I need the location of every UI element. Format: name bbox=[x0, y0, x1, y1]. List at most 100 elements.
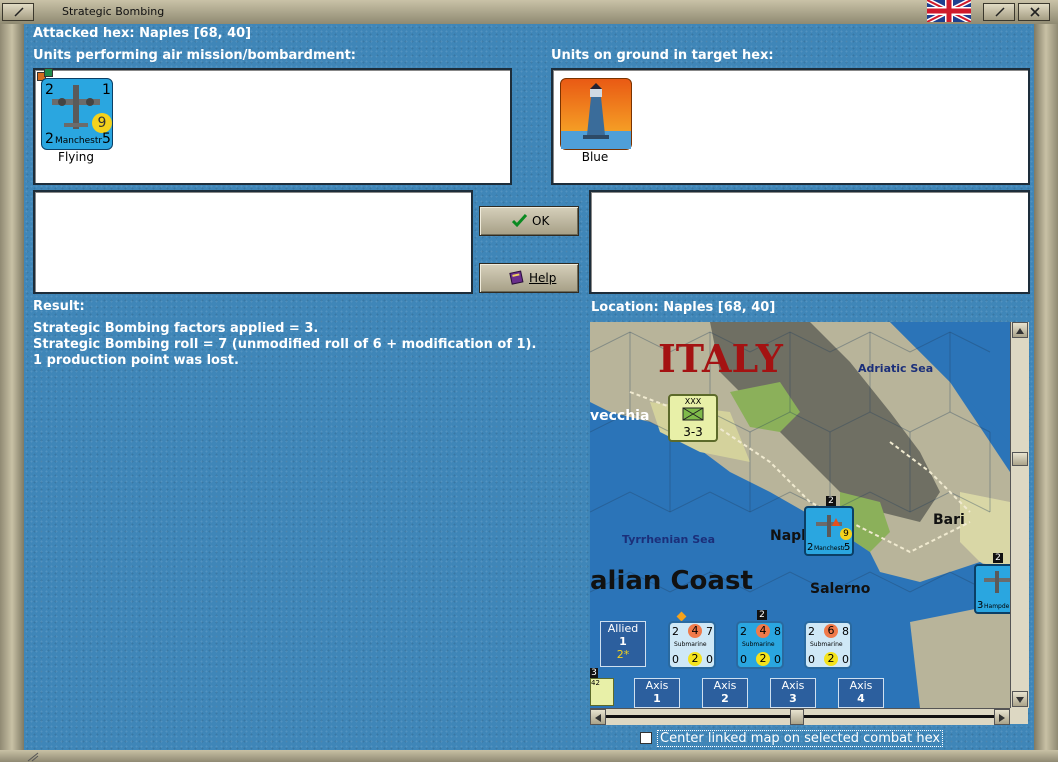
counter-defense-value: 9 bbox=[840, 528, 852, 540]
axis-box-value: 3 bbox=[789, 692, 797, 705]
counter-bottom-left-value: 2 bbox=[45, 131, 54, 147]
axis-stack-box[interactable]: Axis 1 bbox=[634, 678, 680, 708]
attacker-details-panel bbox=[33, 190, 473, 294]
stack-count: 3 bbox=[590, 668, 598, 678]
axis-box-value: 1 bbox=[653, 692, 661, 705]
sub-top-mid: 4 bbox=[756, 624, 770, 638]
sub-bottom-mid: 2 bbox=[688, 652, 702, 666]
ok-button-label: OK bbox=[532, 214, 550, 228]
hampden-bomber-counter[interactable]: 3 Hampde bbox=[974, 564, 1010, 614]
sub-bottom-right: 0 bbox=[774, 653, 781, 666]
location-map[interactable]: ITALY Adriatic Sea vecchia Tyrrhenian Se… bbox=[590, 322, 1010, 708]
window-border-right[interactable] bbox=[1034, 24, 1058, 762]
arrow-up-icon bbox=[1016, 328, 1024, 334]
axis-box-value: 2 bbox=[721, 692, 729, 705]
map-label-coast: alian Coast bbox=[590, 566, 753, 596]
window-border-left[interactable] bbox=[0, 24, 24, 762]
lighthouse-icon bbox=[561, 83, 631, 149]
help-button-label: Help bbox=[529, 271, 557, 285]
counter-unit-name: Manchestr bbox=[814, 545, 846, 552]
sub-bottom-right: 0 bbox=[706, 653, 713, 666]
sub-top-right: 7 bbox=[706, 625, 713, 638]
sub-bottom-right: 0 bbox=[842, 653, 849, 666]
ok-button[interactable]: OK bbox=[479, 206, 579, 236]
axis-box-title: Axis bbox=[849, 679, 873, 692]
counter-unit-name: Hampde bbox=[984, 603, 1010, 610]
allied-stack-box[interactable]: Allied 1 2* bbox=[600, 621, 646, 667]
scroll-down-button[interactable] bbox=[1012, 691, 1028, 707]
center-map-checkbox-label[interactable]: Center linked map on selected combat hex bbox=[657, 730, 944, 747]
submarine-counter[interactable]: 2 4 8 Submarine 0 2 0 bbox=[736, 621, 784, 669]
scroll-left-button[interactable] bbox=[590, 709, 606, 725]
counter-value: 42 bbox=[591, 679, 600, 687]
minimize-button[interactable] bbox=[983, 3, 1015, 21]
sub-name: Submarine bbox=[674, 641, 707, 648]
counter-attack-value: 2 bbox=[45, 82, 54, 98]
resize-grip-icon[interactable] bbox=[26, 752, 40, 762]
sub-top-mid: 6 bbox=[824, 624, 838, 638]
axis-box-title: Axis bbox=[645, 679, 669, 692]
help-button[interactable]: Help bbox=[479, 263, 579, 293]
manchester-bomber-counter[interactable]: 2 1 9 2 Manchestr 5 bbox=[41, 78, 113, 150]
map-label-naples: Napl bbox=[770, 528, 806, 544]
axis-stack-box[interactable]: Axis 3 bbox=[770, 678, 816, 708]
result-label: Result: bbox=[33, 299, 85, 314]
lighthouse-counter[interactable] bbox=[560, 78, 632, 150]
sub-bottom-left: 0 bbox=[672, 653, 679, 666]
sub-top-left: 2 bbox=[740, 625, 747, 638]
submarine-counter[interactable]: 2 6 8 Submarine 0 2 0 bbox=[804, 621, 852, 669]
italian-corps-counter[interactable]: XXX 3-3 bbox=[668, 394, 718, 442]
edge-unit-counter[interactable]: 42 bbox=[590, 678, 614, 706]
counter-unit-name: Manchestr bbox=[55, 136, 103, 146]
axis-stack-box[interactable]: Axis 2 bbox=[702, 678, 748, 708]
scroll-corner bbox=[1010, 708, 1028, 724]
uk-flag-icon bbox=[927, 0, 971, 22]
stack-count: 2 bbox=[826, 496, 836, 506]
sub-top-mid: 4 bbox=[688, 624, 702, 638]
help-book-icon bbox=[509, 270, 524, 285]
defender-details-panel bbox=[589, 190, 1030, 294]
sub-bottom-left: 0 bbox=[740, 653, 747, 666]
attacked-hex-label: Attacked hex: Naples [68, 40] bbox=[33, 26, 252, 41]
scroll-up-button[interactable] bbox=[1012, 322, 1028, 338]
unit-status-marker bbox=[44, 68, 53, 77]
infantry-symbol-icon bbox=[682, 407, 704, 421]
sub-bottom-mid: 2 bbox=[824, 652, 838, 666]
scroll-thumb[interactable] bbox=[790, 709, 804, 725]
sub-bottom-left: 0 bbox=[808, 653, 815, 666]
map-bomber-counter[interactable]: 9 2 Manchestr 5 bbox=[804, 506, 854, 556]
window-border-bottom[interactable] bbox=[0, 750, 1058, 762]
map-horizontal-scrollbar[interactable] bbox=[590, 708, 1010, 725]
map-vertical-scrollbar[interactable] bbox=[1010, 322, 1029, 708]
minimize-icon bbox=[995, 7, 1005, 17]
map-label-salerno: Salerno bbox=[810, 581, 871, 597]
center-map-checkbox[interactable] bbox=[640, 732, 652, 744]
air-units-label: Units performing air mission/bombardment… bbox=[33, 48, 357, 63]
counter-left-value: 3 bbox=[977, 600, 984, 611]
axis-stack-box[interactable]: Axis 4 bbox=[838, 678, 884, 708]
arrow-down-icon bbox=[1016, 697, 1024, 703]
sub-top-right: 8 bbox=[842, 625, 849, 638]
sub-name: Submarine bbox=[742, 641, 775, 648]
result-line: Strategic Bombing factors applied = 3. bbox=[33, 321, 319, 336]
allied-box-value: 1 bbox=[619, 635, 627, 648]
counter-left-value: 2 bbox=[807, 542, 814, 553]
counter-defense-value: 9 bbox=[92, 113, 112, 133]
air-unit-caption: Flying bbox=[58, 150, 94, 164]
submarine-counter[interactable]: 2 4 7 Submarine 0 2 0 bbox=[668, 621, 716, 669]
close-button[interactable] bbox=[1018, 3, 1050, 21]
close-icon bbox=[1030, 7, 1040, 17]
ground-units-label: Units on ground in target hex: bbox=[551, 48, 774, 63]
ground-unit-caption: Blue bbox=[581, 150, 609, 164]
checkmark-icon bbox=[512, 213, 527, 228]
map-label-adriatic: Adriatic Sea bbox=[858, 362, 934, 375]
scroll-thumb[interactable] bbox=[1012, 452, 1028, 466]
map-label-tyrrhenian: Tyrrhenian Sea bbox=[622, 533, 716, 546]
sub-bottom-mid: 2 bbox=[756, 652, 770, 666]
system-menu-button[interactable] bbox=[2, 3, 34, 21]
scroll-right-button[interactable] bbox=[994, 709, 1010, 725]
counter-bottom-right-value: 5 bbox=[102, 131, 111, 147]
map-label-civitavecchia: vecchia bbox=[590, 408, 650, 424]
sub-top-left: 2 bbox=[808, 625, 815, 638]
allied-box-title: Allied bbox=[607, 622, 639, 635]
